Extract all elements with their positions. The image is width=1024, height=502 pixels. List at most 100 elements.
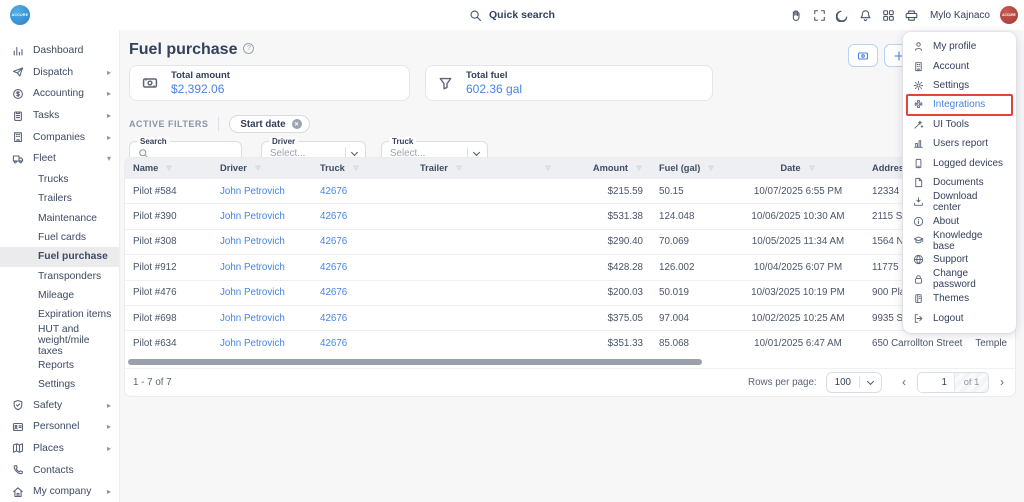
table-row[interactable]: Pilot #698 John Petrovich 42676 $375.05 … <box>125 305 1015 330</box>
menu-item-ui-tools[interactable]: UI Tools <box>903 115 1016 134</box>
sort-icon[interactable] <box>544 164 552 172</box>
horizontal-scrollbar[interactable] <box>125 358 1015 368</box>
sidebar-item-personnel[interactable]: Personnel ▸ <box>0 416 119 438</box>
rows-per-page-select[interactable]: 100 <box>826 372 882 393</box>
sidebar-item-tasks[interactable]: Tasks ▸ <box>0 105 119 127</box>
sort-icon[interactable] <box>707 164 715 172</box>
truck-link[interactable]: 42676 <box>320 211 420 222</box>
sidebar-item-fleet[interactable]: Fleet ▾ <box>0 148 119 170</box>
column-header-truck[interactable]: Truck <box>320 163 420 173</box>
sort-icon[interactable] <box>455 164 463 172</box>
apps-grid-icon[interactable] <box>882 9 895 22</box>
table-row[interactable]: Pilot #584 John Petrovich 42676 $215.59 … <box>125 178 1015 203</box>
driver-link[interactable]: John Petrovich <box>220 262 320 273</box>
next-page-button[interactable]: › <box>997 375 1007 389</box>
column-header-driver[interactable]: Driver <box>220 163 320 173</box>
driver-link[interactable]: John Petrovich <box>220 186 320 197</box>
truck-link[interactable]: 42676 <box>320 338 420 349</box>
truck-link[interactable]: 42676 <box>320 262 420 273</box>
city-cell: Temple <box>968 338 1015 349</box>
table-row[interactable]: Pilot #476 John Petrovich 42676 $200.03 … <box>125 280 1015 305</box>
globe-icon <box>913 254 924 265</box>
fullscreen-icon[interactable] <box>813 9 826 22</box>
divider <box>218 117 219 131</box>
menu-item-settings[interactable]: Settings <box>903 76 1016 95</box>
menu-item-about[interactable]: About <box>903 212 1016 231</box>
moon-icon[interactable] <box>836 9 849 22</box>
sidebar-subitem-reports[interactable]: Reports <box>0 356 119 375</box>
start-date-filter-chip[interactable]: Start date ✕ <box>229 115 309 133</box>
bell-icon[interactable] <box>859 9 872 22</box>
sidebar-subitem-transponders[interactable]: Transponders <box>0 267 119 286</box>
menu-item-change-password[interactable]: Change password <box>903 270 1016 289</box>
sidebar-subitem-mileage[interactable]: Mileage <box>0 286 119 305</box>
sort-icon[interactable] <box>352 164 360 172</box>
current-page-input[interactable]: 1 <box>918 373 954 392</box>
sort-icon[interactable] <box>165 164 173 172</box>
help-icon[interactable]: ? <box>243 43 254 54</box>
sidebar-subitem-maintenance[interactable]: Maintenance <box>0 208 119 227</box>
driver-link[interactable]: John Petrovich <box>220 287 320 298</box>
table-row[interactable]: Pilot #308 John Petrovich 42676 $290.40 … <box>125 229 1015 254</box>
chevron-right-icon: ▸ <box>107 401 111 410</box>
menu-item-themes[interactable]: Themes <box>903 289 1016 308</box>
sidebar-subitem-trucks[interactable]: Trucks <box>0 170 119 189</box>
sidebar-item-companies[interactable]: Companies ▸ <box>0 126 119 148</box>
sort-icon[interactable] <box>254 164 262 172</box>
chevron-down-icon: ▾ <box>107 154 111 163</box>
driver-link[interactable]: John Petrovich <box>220 236 320 247</box>
print-icon[interactable] <box>905 9 918 22</box>
date-cell: 10/01/2025 6:47 AM <box>738 338 858 349</box>
main-content: Fuel purchase ? Total amount $2,392.06 T… <box>120 30 1024 502</box>
menu-item-integrations[interactable]: Integrations <box>903 95 1016 114</box>
sidebar-subitem-expiration-items[interactable]: Expiration items <box>0 305 119 324</box>
sort-icon[interactable] <box>635 164 643 172</box>
hand-icon[interactable] <box>790 9 803 22</box>
menu-item-knowledge-base[interactable]: Knowledge base <box>903 231 1016 250</box>
menu-item-logout[interactable]: Logout <box>903 308 1016 327</box>
fuel-card-action-button[interactable] <box>848 44 878 67</box>
truck-link[interactable]: 42676 <box>320 186 420 197</box>
table-row[interactable]: Pilot #390 John Petrovich 42676 $531.38 … <box>125 203 1015 228</box>
table-header: Name Driver Truck Trailer Amount Fuel (g… <box>125 158 1015 178</box>
sidebar-item-contacts[interactable]: Contacts <box>0 459 119 481</box>
menu-item-logged-devices[interactable]: Logged devices <box>903 153 1016 172</box>
sidebar-item-my-company[interactable]: My company ▸ <box>0 481 119 502</box>
scrollbar-thumb[interactable] <box>128 359 702 365</box>
column-header-trailer[interactable]: Trailer <box>420 163 515 173</box>
user-avatar[interactable]: ACCURE <box>1000 6 1018 24</box>
sidebar-item-dashboard[interactable]: Dashboard <box>0 40 119 62</box>
remove-filter-icon[interactable]: ✕ <box>292 119 302 129</box>
column-header-amount[interactable]: Amount <box>558 163 643 173</box>
sidebar-subitem-settings[interactable]: Settings <box>0 375 119 394</box>
sidebar-subitem-trailers[interactable]: Trailers <box>0 189 119 208</box>
sidebar-nav: Dashboard Dispatch ▸ Accounting ▸ Tasks … <box>0 30 120 502</box>
sidebar-item-accounting[interactable]: Accounting ▸ <box>0 83 119 105</box>
table-row[interactable]: Pilot #634 John Petrovich 42676 $351.33 … <box>125 330 1015 355</box>
sidebar-subitem-hut-taxes[interactable]: HUT and weight/mile taxes <box>0 325 119 356</box>
sidebar-item-places[interactable]: Places ▸ <box>0 438 119 460</box>
column-header-fuel[interactable]: Fuel (gal) <box>643 163 738 173</box>
driver-link[interactable]: John Petrovich <box>220 338 320 349</box>
sidebar-item-safety[interactable]: Safety ▸ <box>0 394 119 416</box>
menu-item-users-report[interactable]: Users report <box>903 134 1016 153</box>
column-header-name[interactable]: Name <box>125 163 220 173</box>
menu-item-documents[interactable]: Documents <box>903 173 1016 192</box>
sidebar-subitem-fuel-cards[interactable]: Fuel cards <box>0 228 119 247</box>
truck-link[interactable]: 42676 <box>320 287 420 298</box>
column-header-date[interactable]: Date <box>738 163 858 173</box>
sidebar-subitem-fuel-purchase[interactable]: Fuel purchase <box>0 247 119 266</box>
prev-page-button[interactable]: ‹ <box>899 375 909 389</box>
menu-item-my-profile[interactable]: My profile <box>903 37 1016 56</box>
table-row[interactable]: Pilot #912 John Petrovich 42676 $428.28 … <box>125 254 1015 279</box>
truck-link[interactable]: 42676 <box>320 313 420 324</box>
sidebar-item-dispatch[interactable]: Dispatch ▸ <box>0 62 119 84</box>
fuel-cell: 70.069 <box>643 236 738 247</box>
menu-item-download-center[interactable]: Download center <box>903 192 1016 211</box>
truck-link[interactable]: 42676 <box>320 236 420 247</box>
sort-icon[interactable] <box>808 164 816 172</box>
menu-item-account[interactable]: Account <box>903 56 1016 75</box>
menu-item-support[interactable]: Support <box>903 250 1016 269</box>
driver-link[interactable]: John Petrovich <box>220 313 320 324</box>
driver-link[interactable]: John Petrovich <box>220 211 320 222</box>
